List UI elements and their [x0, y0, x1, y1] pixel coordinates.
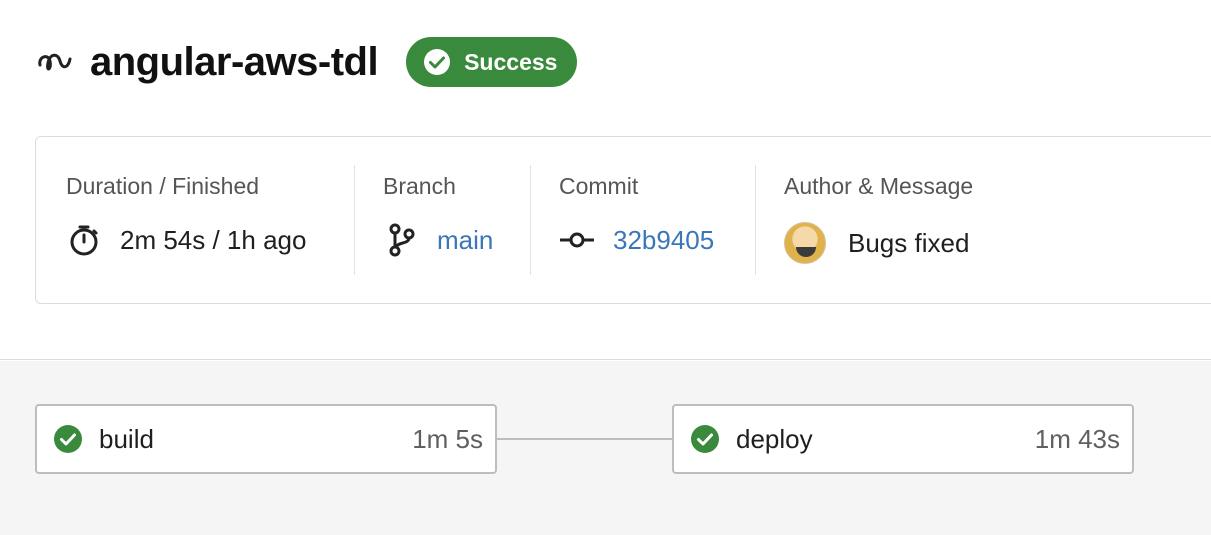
- check-circle-icon: [690, 424, 720, 454]
- status-badge: Success: [406, 37, 578, 87]
- check-circle-icon: [53, 424, 83, 454]
- duration-cell: Duration / Finished 2m 54s / 1h ago: [66, 165, 306, 275]
- branch-label: Branch: [383, 173, 456, 199]
- duration-value-row: 2m 54s / 1h ago: [66, 222, 306, 258]
- divider: [755, 165, 756, 275]
- run-summary-card: Duration / Finished 2m 54s / 1h ago Bran…: [35, 136, 1211, 304]
- commit-label: Commit: [559, 173, 639, 199]
- branch-cell: Branch main: [383, 165, 493, 275]
- divider: [530, 165, 531, 275]
- avatar[interactable]: [784, 222, 826, 264]
- duration-label: Duration / Finished: [66, 173, 260, 199]
- status-label: Success: [464, 48, 558, 75]
- commit-link[interactable]: 32b9405: [613, 225, 714, 256]
- job-name: build: [99, 423, 154, 454]
- commit-cell: Commit 32b9405: [559, 165, 714, 275]
- branch-icon: [383, 222, 419, 258]
- author-cell: Author & Message Bugs fixed: [784, 165, 973, 275]
- job-connector: [497, 438, 672, 440]
- commit-value-row: 32b9405: [559, 222, 714, 258]
- commit-message: Bugs fixed: [848, 227, 970, 258]
- author-label: Author & Message: [784, 173, 974, 199]
- check-circle-icon: [422, 47, 452, 77]
- job-deploy[interactable]: deploy 1m 43s: [672, 404, 1134, 474]
- job-build[interactable]: build 1m 5s: [35, 404, 497, 474]
- pipeline-graph: build 1m 5s deploy 1m 43s: [0, 361, 1211, 535]
- branch-link[interactable]: main: [437, 225, 493, 256]
- author-value-row: Bugs fixed: [784, 222, 973, 264]
- job-duration: 1m 43s: [1034, 423, 1120, 454]
- pipeline-icon: [36, 47, 74, 77]
- duration-value: 2m 54s / 1h ago: [120, 224, 307, 255]
- divider: [354, 165, 355, 275]
- stopwatch-icon: [66, 222, 102, 258]
- commit-icon: [559, 222, 595, 258]
- branch-value-row: main: [383, 222, 493, 258]
- job-duration: 1m 5s: [412, 423, 483, 454]
- job-name: deploy: [736, 423, 813, 454]
- pipeline-header-area: angular-aws-tdl Success Duration / Finis…: [0, 0, 1211, 360]
- title-row: angular-aws-tdl Success: [36, 36, 578, 88]
- page-title: angular-aws-tdl: [90, 39, 379, 84]
